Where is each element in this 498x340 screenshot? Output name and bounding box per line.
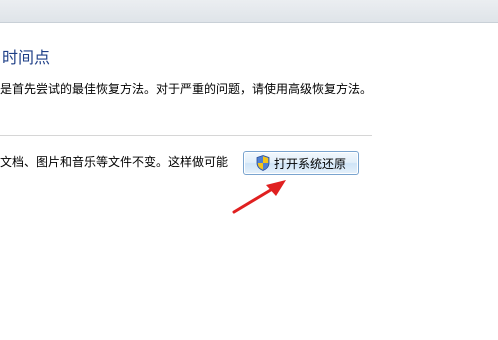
uac-shield-icon [256, 155, 270, 171]
divider [0, 135, 372, 136]
open-system-restore-label: 打开系统还原 [273, 156, 346, 171]
open-system-restore-button[interactable]: 打开系统还原 [243, 151, 359, 175]
section-heading: 时间点 [2, 48, 51, 67]
section-description: 是首先尝试的最佳恢复方法。对于严重的问题，请使用高级恢复方法。 [0, 82, 373, 96]
red-arrow-icon [232, 180, 286, 214]
window-top-strip [0, 0, 498, 23]
restore-description: 文档、图片和音乐等文件不变。这样做可能 [0, 155, 229, 169]
